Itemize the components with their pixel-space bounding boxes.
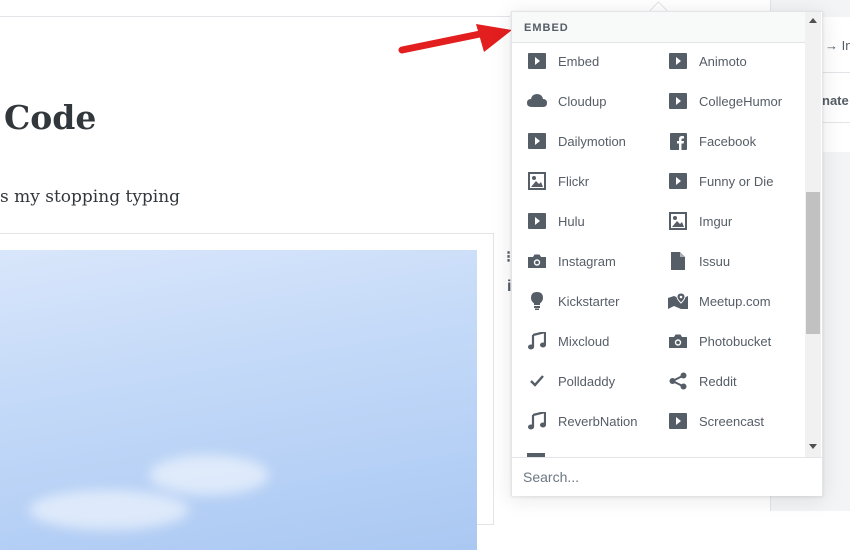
sidebar-label: nate: [822, 93, 849, 108]
embed-item-reverbnation[interactable]: ReverbNation: [523, 403, 663, 439]
play-icon: [527, 211, 547, 231]
embed-item-label: Reddit: [699, 373, 737, 389]
embed-item-meetup[interactable]: Meetup.com: [664, 283, 804, 319]
sidebar-divider: [820, 122, 850, 123]
embed-dropdown: EMBED Embed Animoto Cloudup CollegeHumor: [511, 11, 823, 496]
embed-header-label: EMBED: [524, 22, 569, 34]
embed-item-label: Funny or Die: [699, 173, 774, 189]
embed-list-scrollbar[interactable]: [805, 12, 821, 457]
embed-item-label: Dailymotion: [558, 133, 626, 149]
play-icon: [527, 51, 547, 71]
play-icon: [668, 411, 688, 431]
music-icon: [527, 331, 547, 351]
embed-item-label: Meetup.com: [699, 293, 771, 309]
embed-item-label: Kickstarter: [558, 293, 620, 309]
embed-item-facebook[interactable]: Facebook: [664, 123, 804, 159]
embed-item-label: Issuu: [699, 253, 731, 269]
embed-item-label: CollegeHumor: [699, 93, 783, 109]
camera-icon: [527, 251, 547, 271]
embed-item-imgur[interactable]: Imgur: [664, 203, 804, 239]
embed-item-polldaddy[interactable]: Polldaddy: [523, 363, 663, 399]
embed-item-label: Animoto: [699, 53, 747, 69]
play-icon: [527, 131, 547, 151]
post-paragraph[interactable]: s my stopping typing: [0, 187, 180, 207]
embed-item-funny-or-die[interactable]: Funny or Die: [664, 163, 804, 199]
embed-category-header: EMBED: [512, 12, 805, 43]
embed-item-label: Hulu: [558, 213, 585, 229]
document-icon: [668, 251, 688, 271]
sky-image: [0, 250, 477, 550]
embed-search-area: [512, 457, 822, 496]
embed-item-animoto[interactable]: Animoto: [664, 43, 804, 79]
play-icon: [668, 171, 688, 191]
embed-item-collegehumor[interactable]: CollegeHumor: [664, 83, 804, 119]
embed-block-list: Embed Animoto Cloudup CollegeHumor Daily…: [512, 43, 805, 457]
embed-item-label: Embed: [558, 53, 600, 69]
image-block[interactable]: [0, 233, 494, 550]
embed-item-label: Photobucket: [699, 333, 772, 349]
play-icon: [668, 91, 688, 111]
embed-item-embed[interactable]: Embed: [523, 43, 663, 79]
embed-item-label: Instagram: [558, 253, 616, 269]
embed-item-reddit[interactable]: Reddit: [664, 363, 804, 399]
embed-item-label: Cloudup: [558, 93, 607, 109]
embed-item-label: Flickr: [558, 173, 590, 189]
embed-item-cloudup[interactable]: Cloudup: [523, 83, 663, 119]
embed-item-issuu[interactable]: Issuu: [664, 243, 804, 279]
embed-item-label: ReverbNation: [558, 413, 638, 429]
image-icon: [527, 171, 547, 191]
camera-icon: [668, 331, 688, 351]
image-icon: [668, 211, 688, 231]
music-icon: [527, 411, 547, 431]
scrollbar-thumb[interactable]: [806, 192, 820, 334]
embed-item-label: Facebook: [699, 133, 757, 149]
embed-item-mixcloud[interactable]: Mixcloud: [523, 323, 663, 359]
cloud-shape: [149, 455, 269, 495]
embed-item-instagram[interactable]: Instagram: [523, 243, 663, 279]
embed-item-label: Imgur: [699, 213, 733, 229]
embed-item-hulu[interactable]: Hulu: [523, 203, 663, 239]
embed-item-photobucket[interactable]: Photobucket: [664, 323, 804, 359]
embed-search-input[interactable]: [521, 463, 805, 491]
embed-item-label: Polldaddy: [558, 373, 616, 389]
sidebar-divider: [820, 72, 850, 73]
facebook-icon: [668, 131, 688, 151]
cloud-icon: [527, 91, 547, 111]
embed-item-label: Screencast: [699, 413, 765, 429]
check-icon: [527, 371, 547, 391]
share-icon: [668, 371, 688, 391]
annotation-arrow-icon: [398, 24, 512, 54]
play-icon: [668, 51, 688, 71]
embed-item-flickr[interactable]: Flickr: [523, 163, 663, 199]
scroll-up-icon[interactable]: [809, 18, 817, 23]
post-title[interactable]: Code: [4, 98, 96, 137]
sidebar-link[interactable]: → In: [825, 38, 850, 53]
cloud-shape: [29, 490, 189, 530]
lightbulb-icon: [527, 291, 547, 311]
map-icon: [668, 291, 688, 311]
editor-top-border: [0, 16, 510, 17]
embed-item-screencast[interactable]: Screencast: [664, 403, 804, 439]
embed-item-kickstarter[interactable]: Kickstarter: [523, 283, 663, 319]
embed-item-dailymotion[interactable]: Dailymotion: [523, 123, 663, 159]
embed-item-label: Mixcloud: [558, 333, 610, 349]
scroll-down-icon[interactable]: [809, 444, 817, 449]
